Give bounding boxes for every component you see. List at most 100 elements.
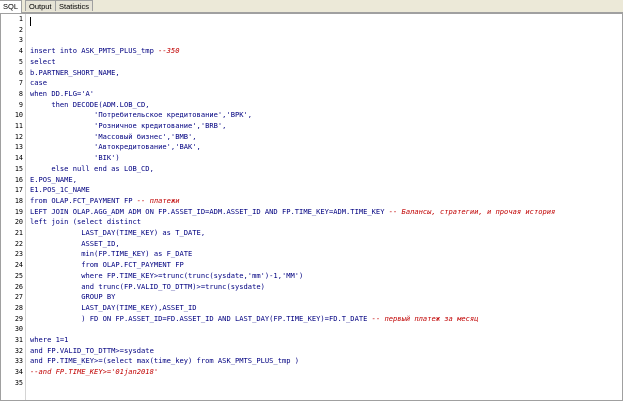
line-number: 17 <box>14 186 23 195</box>
code-comment: -- первый платеж за месяц <box>371 313 479 323</box>
code-comment: -- Балансы, стратегии, и прочая история <box>388 206 556 216</box>
code-line[interactable]: 16 E.POS_NAME, <box>1 175 622 186</box>
code-line[interactable]: 8 when DD.FLG='A' <box>1 89 622 100</box>
tab-output[interactable]: Output <box>25 0 56 11</box>
code-token: 'Массовый бизнес','BMB', <box>30 131 197 141</box>
code-token: where FP.TIME_KEY>=trunc(trunc(sysdate,'… <box>30 270 304 280</box>
code-text: and FP.TIME_KEY>=(select max(time_key) f… <box>30 356 299 367</box>
code-line[interactable]: 32 and FP.VALID_TO_DTTM>=sysdate <box>1 346 622 357</box>
code-line[interactable]: 25 where FP.TIME_KEY>=trunc(trunc(sysdat… <box>1 271 622 282</box>
code-line[interactable]: 3 <box>1 35 622 46</box>
code-line[interactable]: 5 select <box>1 57 622 68</box>
code-line[interactable]: 23 min(FP.TIME_KEY) as F_DATE <box>1 249 622 260</box>
code-line[interactable]: 9 then DECODE(ADM.LOB_CD, <box>1 100 622 111</box>
code-token: ASSET_ID, <box>30 238 120 248</box>
code-line[interactable]: 34 --and FP.TIME_KEY>='01jan2018' <box>1 367 622 378</box>
code-line[interactable]: 26 and trunc(FP.VALID_TO_DTTM)>=trunc(sy… <box>1 282 622 293</box>
code-token: else null end as LOB_CD, <box>30 163 154 173</box>
code-token: b.PARTNER_SHORT_NAME, <box>30 67 120 77</box>
code-token: from OLAP.FCT_PAYMENT FP <box>30 260 184 270</box>
code-line[interactable]: 17 E1.POS_1C_NAME <box>1 185 622 196</box>
code-line[interactable]: 4 insert into ASK_PMTS_PLUS_tmp --350 <box>1 46 622 57</box>
code-text: LAST_DAY(TIME_KEY) as T_DATE, <box>30 228 205 239</box>
code-text: 'Потребительское кредитование','BPK', <box>30 110 252 121</box>
tab-statistics[interactable]: Statistics <box>55 0 94 11</box>
line-number: 7 <box>18 79 23 88</box>
line-number: 27 <box>14 293 23 302</box>
code-token: GROUP BY <box>30 292 116 302</box>
code-text: GROUP BY <box>30 292 115 303</box>
line-number: 12 <box>14 132 23 141</box>
code-line[interactable]: 6 b.PARTNER_SHORT_NAME, <box>1 68 622 79</box>
sql-editor[interactable]: 1 2 3 4 insert into ASK_PMTS_PLUS_tmp --350 5… <box>0 13 623 401</box>
code-token: 'BIK') <box>30 153 120 163</box>
code-line[interactable]: 29 ) FD ON FP.ASSET_ID=FD.ASSET_ID AND L… <box>1 314 622 325</box>
line-number: 31 <box>14 336 23 344</box>
line-number: 34 <box>14 368 23 377</box>
code-text: and FP.VALID_TO_DTTM>=sysdate <box>30 346 154 357</box>
code-token: LAST_DAY(TIME_KEY),ASSET_ID <box>30 302 197 312</box>
line-number: 22 <box>14 239 23 248</box>
line-number: 16 <box>14 175 23 184</box>
text-cursor <box>30 17 31 26</box>
line-number: 20 <box>14 218 23 227</box>
code-line[interactable]: 22 ASSET_ID, <box>1 239 622 250</box>
line-number: 6 <box>18 68 23 77</box>
code-text: 'Автокредитование','BAK', <box>30 142 201 153</box>
code-token: select <box>30 56 56 66</box>
code-line[interactable]: 1 <box>1 14 622 25</box>
code-line[interactable]: 2 <box>1 25 622 36</box>
code-line[interactable]: 14 'BIK') <box>1 153 622 164</box>
code-text: --and FP.TIME_KEY>='01jan2018' <box>30 367 158 378</box>
code-line[interactable]: 11 'Розничное кредитование','BRB', <box>1 121 622 132</box>
line-number: 18 <box>14 196 23 205</box>
line-number: 10 <box>14 111 23 120</box>
line-number: 30 <box>14 325 23 334</box>
code-token: when DD.FLG='A' <box>30 88 95 98</box>
line-number: 28 <box>14 303 23 312</box>
code-token: insert into ASK_PMTS_PLUS_tmp <box>30 46 159 56</box>
code-token: 'Розничное кредитование','BRB', <box>30 121 227 130</box>
code-line[interactable]: 31 where 1=1 <box>1 335 622 346</box>
code-text: then DECODE(ADM.LOB_CD, <box>30 100 149 111</box>
code-token: LEFT JOIN OLAP.AGG_ADM ADM ON FP.ASSET_I… <box>30 206 389 216</box>
code-text: b.PARTNER_SHORT_NAME, <box>30 68 120 79</box>
code-line[interactable]: 35 <box>1 378 622 389</box>
code-comment: --and FP.TIME_KEY>='01jan2018' <box>30 367 159 377</box>
code-token: 'Потребительское кредитование','BPK', <box>30 110 253 120</box>
code-text: 'Массовый бизнес','BMB', <box>30 132 197 143</box>
code-line[interactable]: 28 LAST_DAY(TIME_KEY),ASSET_ID <box>1 303 622 314</box>
line-number: 5 <box>18 57 23 66</box>
line-number: 35 <box>14 378 23 387</box>
code-token: ) FD ON FP.ASSET_ID=FD.ASSET_ID AND LAST… <box>30 313 372 323</box>
code-line[interactable]: 7 case <box>1 78 622 89</box>
line-number: 32 <box>14 346 23 355</box>
code-line[interactable]: 18 from OLAP.FCT_PAYMENT FP -- платежи <box>1 196 622 207</box>
code-text: ASSET_ID, <box>30 238 120 250</box>
code-line[interactable]: 33 and FP.TIME_KEY>=(select max(time_key)… <box>1 356 622 367</box>
code-line[interactable]: 19 LEFT JOIN OLAP.AGG_ADM ADM ON FP.ASSET… <box>1 207 622 218</box>
code-text: ) FD ON FP.ASSET_ID=FD.ASSET_ID AND LAST… <box>30 314 478 325</box>
code-token: from OLAP.FCT_PAYMENT FP <box>30 195 137 205</box>
code-line[interactable]: 24 from OLAP.FCT_PAYMENT FP <box>1 260 622 271</box>
code-line[interactable]: 15 else null end as LOB_CD, <box>1 164 622 175</box>
line-number: 11 <box>14 122 23 130</box>
code-line[interactable]: 30 <box>1 324 622 335</box>
code-text: min(FP.TIME_KEY) as F_DATE <box>30 249 192 260</box>
code-line[interactable]: 21 LAST_DAY(TIME_KEY) as T_DATE, <box>1 228 622 239</box>
tab-sql[interactable]: SQL <box>0 0 23 13</box>
code-line[interactable]: 27 GROUP BY <box>1 292 622 303</box>
code-line[interactable]: 13 'Автокредитование','BAK', <box>1 142 622 153</box>
code-text: when DD.FLG='A' <box>30 89 94 100</box>
code-text: where 1=1 <box>30 335 68 346</box>
code-line[interactable]: 12 'Массовый бизнес','BMB', <box>1 132 622 143</box>
code-line[interactable]: 10 'Потребительское кредитование','BPK', <box>1 110 622 121</box>
code-text: E1.POS_1C_NAME <box>30 185 90 196</box>
code-text: from OLAP.FCT_PAYMENT FP -- платежи <box>30 196 180 207</box>
code-text: LEFT JOIN OLAP.AGG_ADM ADM ON FP.ASSET_I… <box>30 207 555 218</box>
code-text: else null end as LOB_CD, <box>30 164 154 175</box>
line-number: 2 <box>18 25 23 34</box>
code-token: case <box>30 78 48 88</box>
code-line[interactable]: 20 left join (select distinct <box>1 217 622 228</box>
line-number: 26 <box>14 282 23 291</box>
